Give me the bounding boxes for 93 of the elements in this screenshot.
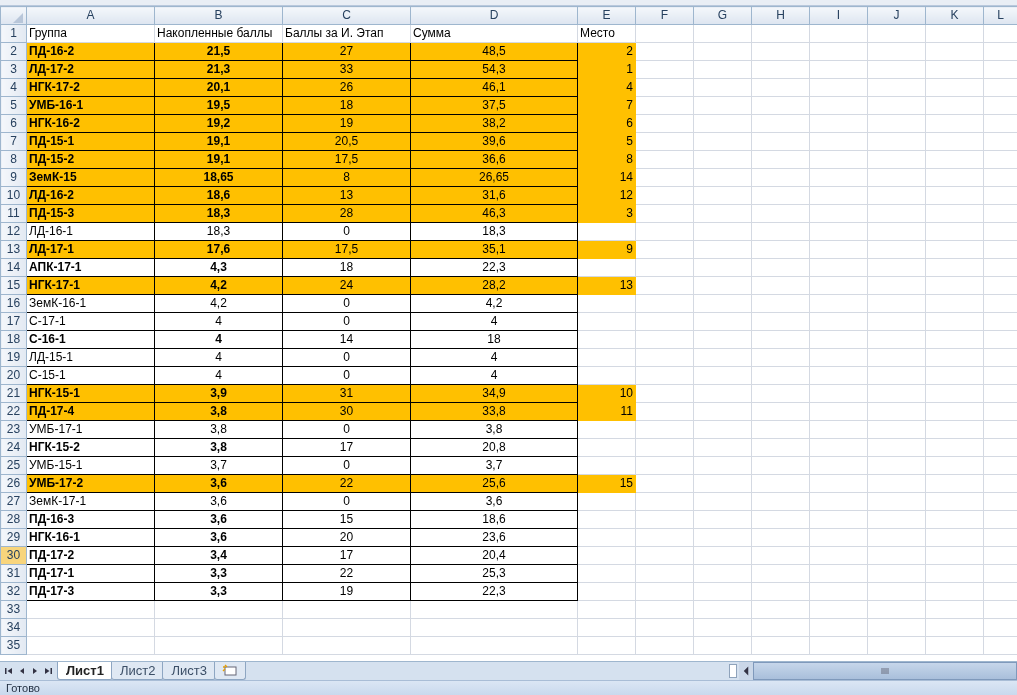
table-cell: 3,6 [154, 492, 283, 511]
table-cell: 20,4 [410, 546, 578, 565]
table-cell: 17 [282, 546, 411, 565]
table-cell: ПД-17-2 [26, 546, 155, 565]
table-cell: 3,6 [154, 510, 283, 529]
table-cell: Место [577, 24, 636, 43]
table-cell: 0 [282, 492, 411, 511]
table-cell: 3,7 [410, 456, 578, 475]
column-header[interactable]: C [282, 6, 411, 25]
table-cell: ЗемК-17-1 [26, 492, 155, 511]
table-cell: 14 [282, 330, 411, 349]
table-cell: 4 [410, 366, 578, 385]
table-cell: 18 [282, 258, 411, 277]
column-header[interactable]: K [925, 6, 984, 25]
table-cell: Баллы за И. Этап [282, 24, 411, 43]
table-cell: 0 [282, 294, 411, 313]
scroll-left-icon[interactable] [739, 662, 753, 680]
split-handle[interactable] [729, 664, 737, 678]
table-cell: 4 [410, 348, 578, 367]
table-cell: 23,6 [410, 528, 578, 547]
table-cell: 3,6 [410, 492, 578, 511]
column-header[interactable]: G [693, 6, 752, 25]
table-cell: 20 [282, 528, 411, 547]
table-cell: 22 [282, 564, 411, 583]
table-cell: С-16-1 [26, 330, 155, 349]
table-cell: НГК-16-1 [26, 528, 155, 547]
table-cell: ЗемК-16-1 [26, 294, 155, 313]
table-cell: 17 [282, 438, 411, 457]
table-cell: 3,8 [154, 420, 283, 439]
table-cell: 22,3 [410, 582, 578, 601]
table-cell: Группа [26, 24, 155, 43]
table-cell: 19 [282, 582, 411, 601]
triangle-icon [13, 13, 23, 23]
table-cell: Сумма [410, 24, 578, 43]
sheet-tab[interactable]: Лист1 [57, 662, 113, 680]
table-cell: 3,7 [154, 456, 283, 475]
table-cell: УМБ-17-1 [26, 420, 155, 439]
table-cell: 4,2 [154, 294, 283, 313]
table-cell: 0 [282, 366, 411, 385]
table-cell: УМБ-15-1 [26, 456, 155, 475]
column-header[interactable]: F [635, 6, 694, 25]
column-header[interactable]: J [867, 6, 926, 25]
status-text: Готово [6, 682, 40, 694]
table-cell: Накопленные баллы [154, 24, 283, 43]
table-cell: ПД-17-1 [26, 564, 155, 583]
table-cell: 4 [154, 330, 283, 349]
table-cell: 4 [154, 366, 283, 385]
table-cell: С-15-1 [26, 366, 155, 385]
table-cell: 0 [282, 456, 411, 475]
table-cell: 3,3 [154, 582, 283, 601]
table-cell: 0 [282, 222, 411, 241]
table-cell: 3,4 [154, 546, 283, 565]
column-header[interactable]: E [577, 6, 636, 25]
table-cell: 4 [410, 312, 578, 331]
table-cell: 15 [282, 510, 411, 529]
table-cell: 22,3 [410, 258, 578, 277]
sheet-tab[interactable]: Лист3 [162, 662, 216, 680]
horizontal-scrollbar[interactable] [753, 662, 1017, 680]
table-cell: АПК-17-1 [26, 258, 155, 277]
table-cell: 18 [410, 330, 578, 349]
table-cell: ПД-17-3 [26, 582, 155, 601]
first-sheet-icon[interactable] [4, 666, 14, 676]
column-header[interactable]: D [410, 6, 578, 25]
column-header[interactable]: A [26, 6, 155, 25]
column-header[interactable]: B [154, 6, 283, 25]
column-header[interactable]: H [751, 6, 810, 25]
sheet-tab[interactable]: Лист2 [110, 662, 165, 680]
table-cell: 3,8 [410, 420, 578, 439]
column-header[interactable]: L [983, 6, 1017, 25]
table-cell: 4,3 [154, 258, 283, 277]
grip-icon [881, 667, 889, 675]
table-cell: 3,8 [154, 438, 283, 457]
table-cell: 18,3 [410, 222, 578, 241]
table-cell: 3,6 [154, 528, 283, 547]
table-cell: 20,8 [410, 438, 578, 457]
table-cell: ЛД-16-1 [26, 222, 155, 241]
table-cell: 4 [154, 348, 283, 367]
table-cell: 0 [282, 420, 411, 439]
table-cell: 4 [154, 312, 283, 331]
table-cell: 4,2 [410, 294, 578, 313]
table-cell: 18,6 [410, 510, 578, 529]
table-cell: С-17-1 [26, 312, 155, 331]
table-cell: 3,3 [154, 564, 283, 583]
table-cell: 0 [282, 312, 411, 331]
table-cell: ЛД-15-1 [26, 348, 155, 367]
table-cell: 0 [282, 348, 411, 367]
table-cell: НГК-15-2 [26, 438, 155, 457]
new-sheet-icon [220, 664, 239, 677]
table-cell: 25,3 [410, 564, 578, 583]
column-header[interactable]: I [809, 6, 868, 25]
table-cell: ПД-16-3 [26, 510, 155, 529]
last-sheet-icon[interactable] [43, 666, 53, 676]
table-cell: 18,3 [154, 222, 283, 241]
